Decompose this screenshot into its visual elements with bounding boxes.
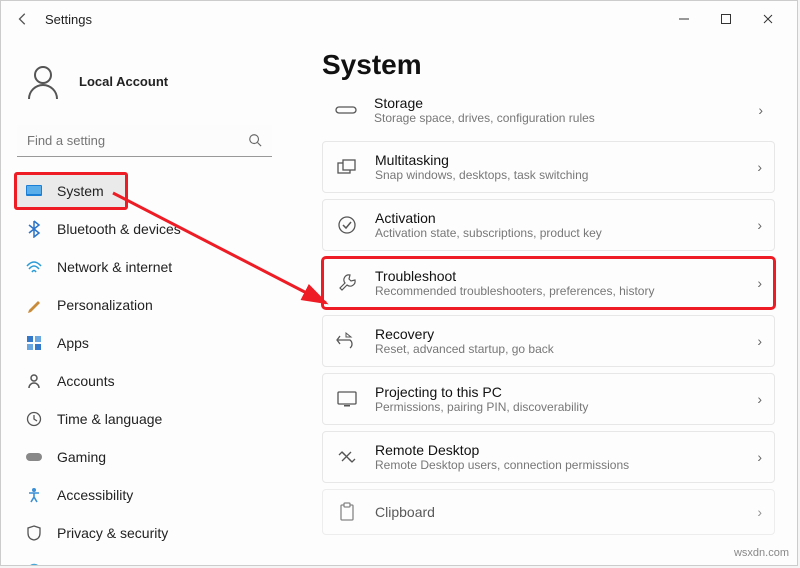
search-box[interactable] xyxy=(17,125,272,157)
personalization-icon xyxy=(25,296,43,314)
gaming-icon xyxy=(25,448,43,466)
list-item-projecting[interactable]: Projecting to this PC Permissions, pairi… xyxy=(322,373,775,425)
time-language-icon xyxy=(25,410,43,428)
list-item-multitasking[interactable]: Multitasking Snap windows, desktops, tas… xyxy=(322,141,775,193)
sidebar: Local Account System Bluetooth & devices xyxy=(1,37,286,565)
chevron-right-icon: › xyxy=(757,217,762,233)
item-text: Recovery Reset, advanced startup, go bac… xyxy=(375,326,741,356)
accounts-icon xyxy=(25,372,43,390)
sidebar-item-apps[interactable]: Apps xyxy=(15,325,274,361)
chevron-right-icon: › xyxy=(757,391,762,407)
nav-label: Apps xyxy=(57,335,89,351)
settings-window: Settings Local Account xyxy=(0,0,798,566)
troubleshoot-icon xyxy=(335,271,359,295)
back-button[interactable] xyxy=(9,5,37,33)
projecting-icon xyxy=(335,387,359,411)
nav-label: Windows Update xyxy=(57,563,163,565)
window-controls xyxy=(663,5,789,33)
nav-label: System xyxy=(57,183,104,199)
account-section[interactable]: Local Account xyxy=(15,45,274,121)
sidebar-item-gaming[interactable]: Gaming xyxy=(15,439,274,475)
chevron-right-icon: › xyxy=(758,102,763,118)
remote-desktop-icon xyxy=(335,445,359,469)
item-text: Multitasking Snap windows, desktops, tas… xyxy=(375,152,741,182)
search-icon xyxy=(248,133,262,147)
sidebar-item-accounts[interactable]: Accounts xyxy=(15,363,274,399)
list-item-recovery[interactable]: Recovery Reset, advanced startup, go bac… xyxy=(322,315,775,367)
chevron-right-icon: › xyxy=(757,275,762,291)
nav-label: Accessibility xyxy=(57,487,133,503)
privacy-icon xyxy=(25,524,43,542)
list-item-remote-desktop[interactable]: Remote Desktop Remote Desktop users, con… xyxy=(322,431,775,483)
nav-label: Personalization xyxy=(57,297,153,313)
chevron-right-icon: › xyxy=(757,504,762,520)
list-item-activation[interactable]: Activation Activation state, subscriptio… xyxy=(322,199,775,251)
network-icon xyxy=(25,258,43,276)
windows-update-icon xyxy=(25,562,43,565)
recovery-icon xyxy=(335,329,359,353)
nav-label: Bluetooth & devices xyxy=(57,221,181,237)
item-text: Storage Storage space, drives, configura… xyxy=(374,95,742,125)
chevron-right-icon: › xyxy=(757,449,762,465)
watermark: wsxdn.com xyxy=(734,547,789,559)
minimize-button[interactable] xyxy=(663,5,705,33)
list-item-storage[interactable]: Storage Storage space, drives, configura… xyxy=(322,85,775,135)
item-text: Remote Desktop Remote Desktop users, con… xyxy=(375,442,741,472)
accessibility-icon xyxy=(25,486,43,504)
system-icon xyxy=(25,182,43,200)
nav-label: Accounts xyxy=(57,373,115,389)
nav-label: Time & language xyxy=(57,411,162,427)
nav-label: Gaming xyxy=(57,449,106,465)
nav-list: System Bluetooth & devices Network & int… xyxy=(15,173,274,565)
account-name: Local Account xyxy=(79,74,168,89)
item-text: Projecting to this PC Permissions, pairi… xyxy=(375,384,741,414)
chevron-right-icon: › xyxy=(757,333,762,349)
main-panel: System Storage Storage space, drives, co… xyxy=(286,37,797,565)
sidebar-item-bluetooth[interactable]: Bluetooth & devices xyxy=(15,211,274,247)
titlebar: Settings xyxy=(1,1,797,37)
activation-icon xyxy=(335,213,359,237)
window-title: Settings xyxy=(45,12,92,27)
item-text: Clipboard xyxy=(375,504,741,520)
storage-icon xyxy=(334,98,358,122)
chevron-right-icon: › xyxy=(757,159,762,175)
close-button[interactable] xyxy=(747,5,789,33)
page-title: System xyxy=(322,49,775,81)
clipboard-icon xyxy=(335,500,359,524)
settings-list: Storage Storage space, drives, configura… xyxy=(322,85,775,535)
sidebar-item-personalization[interactable]: Personalization xyxy=(15,287,274,323)
apps-icon xyxy=(25,334,43,352)
avatar-icon xyxy=(21,59,65,103)
multitasking-icon xyxy=(335,155,359,179)
sidebar-item-network[interactable]: Network & internet xyxy=(15,249,274,285)
bluetooth-icon xyxy=(25,220,43,238)
item-text: Activation Activation state, subscriptio… xyxy=(375,210,741,240)
content-area: Local Account System Bluetooth & devices xyxy=(1,37,797,565)
nav-label: Network & internet xyxy=(57,259,172,275)
sidebar-item-privacy-security[interactable]: Privacy & security xyxy=(15,515,274,551)
list-item-troubleshoot[interactable]: Troubleshoot Recommended troubleshooters… xyxy=(322,257,775,309)
search-input[interactable] xyxy=(17,125,272,157)
maximize-button[interactable] xyxy=(705,5,747,33)
sidebar-item-windows-update[interactable]: Windows Update xyxy=(15,553,274,565)
nav-label: Privacy & security xyxy=(57,525,168,541)
sidebar-item-system[interactable]: System xyxy=(15,173,127,209)
list-item-clipboard[interactable]: Clipboard › xyxy=(322,489,775,535)
sidebar-item-time-language[interactable]: Time & language xyxy=(15,401,274,437)
sidebar-item-accessibility[interactable]: Accessibility xyxy=(15,477,274,513)
item-text: Troubleshoot Recommended troubleshooters… xyxy=(375,268,741,298)
